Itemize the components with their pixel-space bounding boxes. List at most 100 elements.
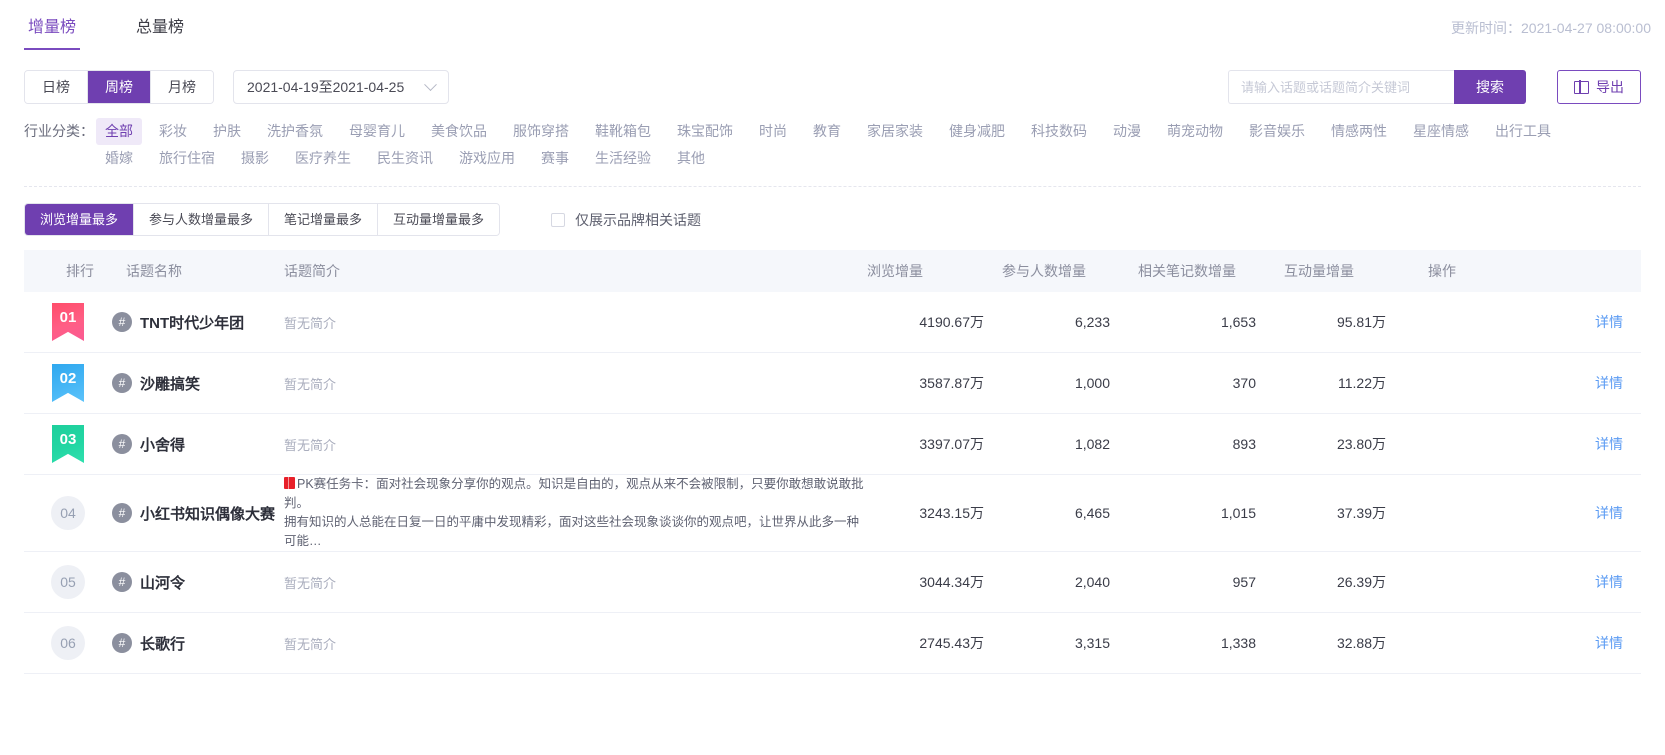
rank-ribbon-icon: 02 bbox=[52, 364, 84, 402]
hashtag-icon: # bbox=[112, 503, 132, 523]
detail-link[interactable]: 详情 bbox=[1595, 375, 1623, 391]
category-item[interactable]: 民生资讯 bbox=[368, 145, 442, 172]
category-item[interactable]: 家居家装 bbox=[858, 118, 932, 145]
cell-rank: 01 bbox=[24, 303, 112, 341]
category-item[interactable]: 星座情感 bbox=[1404, 118, 1478, 145]
export-button-label: 导出 bbox=[1596, 79, 1624, 95]
cell-views: 3044.34万 bbox=[919, 574, 984, 590]
table-row: 03 # 小舍得 暂无简介 3397.07万 1,082 893 23.80万 详情 bbox=[24, 414, 1641, 475]
cell-rank: 03 bbox=[24, 425, 112, 463]
sort-notes[interactable]: 笔记增量最多 bbox=[269, 204, 379, 235]
rank-circle: 04 bbox=[51, 496, 85, 530]
detail-link[interactable]: 详情 bbox=[1595, 436, 1623, 452]
cell-topic-description: 暂无简介 bbox=[284, 573, 866, 592]
detail-link[interactable]: 详情 bbox=[1595, 314, 1623, 330]
sort-views[interactable]: 浏览增量最多 bbox=[25, 204, 135, 235]
sort-segmented-control: 浏览增量最多 参与人数增量最多 笔记增量最多 互动量增量最多 bbox=[24, 203, 501, 236]
cell-views: 3243.15万 bbox=[919, 505, 984, 521]
category-item[interactable]: 健身减肥 bbox=[940, 118, 1014, 145]
topic-name[interactable]: 小红书知识偶像大赛 bbox=[140, 503, 275, 524]
period-day[interactable]: 日榜 bbox=[25, 71, 88, 103]
tab-list: 增量榜 总量榜 bbox=[24, 0, 240, 56]
topic-name[interactable]: 沙雕搞笑 bbox=[140, 373, 200, 394]
detail-link[interactable]: 详情 bbox=[1595, 505, 1623, 521]
export-icon bbox=[1574, 79, 1589, 95]
sort-participants[interactable]: 参与人数增量最多 bbox=[134, 204, 270, 235]
category-item[interactable]: 彩妆 bbox=[150, 118, 196, 145]
hashtag-icon: # bbox=[112, 633, 132, 653]
category-item[interactable]: 其他 bbox=[668, 145, 714, 172]
update-time: 更新时间：2021-04-27 08:00:00 bbox=[1451, 20, 1651, 36]
sort-row: 浏览增量最多 参与人数增量最多 笔记增量最多 互动量增量最多 仅展示品牌相关话题 bbox=[0, 187, 1665, 250]
export-button[interactable]: 导出 bbox=[1557, 70, 1641, 104]
ranking-table: 排行 话题名称 话题简介 浏览增量 参与人数增量 相关笔记数增量 互动量增量 操… bbox=[24, 250, 1641, 674]
cell-rank: 06 bbox=[24, 626, 112, 660]
category-item[interactable]: 科技数码 bbox=[1022, 118, 1096, 145]
topic-description-line1: PK赛任务卡：面对社会现象分享你的观点。知识是自由的，观点从来不会被限制，只要你… bbox=[284, 477, 864, 510]
topic-name[interactable]: 小舍得 bbox=[140, 434, 185, 455]
topic-description-line2: 拥有知识的人总能在日复一日的平庸中发现精彩，面对这些社会现象谈谈你的观点吧，让世… bbox=[284, 515, 860, 548]
detail-link[interactable]: 详情 bbox=[1595, 635, 1623, 651]
category-item[interactable]: 摄影 bbox=[232, 145, 278, 172]
industry-category-list: 全部 彩妆 护肤 洗护香氛 母婴育儿 美食饮品 服饰穿搭 鞋靴箱包 珠宝配饰 时尚 教育 家居家装 健身… bbox=[96, 118, 1576, 172]
rank-ribbon-icon: 03 bbox=[52, 425, 84, 463]
category-item[interactable]: 动漫 bbox=[1104, 118, 1150, 145]
table-row: 01 # TNT时代少年团 暂无简介 4190.67万 6,233 1,653 95.81万 详… bbox=[24, 292, 1641, 353]
cell-notes: 1,338 bbox=[1220, 635, 1256, 651]
category-item[interactable]: 游戏应用 bbox=[450, 145, 524, 172]
cell-topic-description: 暂无简介 bbox=[284, 313, 866, 332]
category-item[interactable]: 护肤 bbox=[204, 118, 250, 145]
filter-row: 日榜 周榜 月榜 2021-04-19至2021-04-25 搜索 导出 bbox=[0, 56, 1665, 114]
cell-topic-name: # 长歌行 bbox=[112, 633, 284, 654]
hashtag-icon: # bbox=[112, 373, 132, 393]
category-item[interactable]: 教育 bbox=[804, 118, 850, 145]
category-item[interactable]: 出行工具 bbox=[1486, 118, 1560, 145]
tab-incremental[interactable]: 增量榜 bbox=[24, 0, 81, 56]
checkbox-icon[interactable] bbox=[551, 212, 566, 227]
category-item[interactable]: 萌宠动物 bbox=[1158, 118, 1232, 145]
hashtag-icon: # bbox=[112, 312, 132, 332]
tab-total[interactable]: 总量榜 bbox=[132, 0, 188, 56]
topic-name[interactable]: 长歌行 bbox=[140, 633, 185, 654]
category-item[interactable]: 全部 bbox=[96, 118, 142, 145]
period-month[interactable]: 月榜 bbox=[151, 71, 213, 103]
category-item[interactable]: 珠宝配饰 bbox=[668, 118, 742, 145]
cell-participants: 2,040 bbox=[1074, 574, 1110, 590]
search-button[interactable]: 搜索 bbox=[1454, 70, 1526, 104]
sort-interactions[interactable]: 互动量增量最多 bbox=[378, 204, 500, 235]
category-item[interactable]: 洗护香氛 bbox=[258, 118, 332, 145]
cell-rank: 04 bbox=[24, 496, 112, 530]
cell-rank: 02 bbox=[24, 364, 112, 402]
search-input[interactable] bbox=[1228, 70, 1454, 104]
column-header-topic-desc: 话题简介 bbox=[284, 263, 340, 279]
category-item[interactable]: 赛事 bbox=[532, 145, 578, 172]
category-item[interactable]: 时尚 bbox=[750, 118, 796, 145]
cell-participants: 6,233 bbox=[1074, 314, 1110, 330]
category-item[interactable]: 影音娱乐 bbox=[1240, 118, 1314, 145]
cell-notes: 893 bbox=[1232, 436, 1256, 452]
period-week[interactable]: 周榜 bbox=[88, 71, 151, 103]
column-header-interactions: 互动量增量 bbox=[1284, 263, 1354, 279]
cell-rank: 05 bbox=[24, 565, 112, 599]
table-header-row: 排行 话题名称 话题简介 浏览增量 参与人数增量 相关笔记数增量 互动量增量 操… bbox=[24, 250, 1641, 292]
date-range-picker[interactable]: 2021-04-19至2021-04-25 bbox=[233, 70, 450, 104]
cell-topic-description: 暂无简介 bbox=[284, 435, 866, 454]
cell-participants: 1,000 bbox=[1074, 375, 1110, 391]
topic-name[interactable]: 山河令 bbox=[140, 572, 185, 593]
category-item[interactable]: 母婴育儿 bbox=[340, 118, 414, 145]
category-item[interactable]: 美食饮品 bbox=[422, 118, 496, 145]
category-item[interactable]: 鞋靴箱包 bbox=[586, 118, 660, 145]
cell-participants: 3,315 bbox=[1074, 635, 1110, 651]
topic-name[interactable]: TNT时代少年团 bbox=[140, 312, 244, 333]
category-item[interactable]: 生活经验 bbox=[586, 145, 660, 172]
cell-topic-description: 暂无简介 bbox=[284, 374, 866, 393]
detail-link[interactable]: 详情 bbox=[1595, 574, 1623, 590]
brand-only-checkbox[interactable]: 仅展示品牌相关话题 bbox=[551, 210, 701, 230]
rank-ribbon-icon: 01 bbox=[52, 303, 84, 341]
category-item[interactable]: 服饰穿搭 bbox=[504, 118, 578, 145]
category-item[interactable]: 旅行住宿 bbox=[150, 145, 224, 172]
category-item[interactable]: 婚嫁 bbox=[96, 145, 142, 172]
cell-views: 4190.67万 bbox=[919, 314, 984, 330]
category-item[interactable]: 情感两性 bbox=[1322, 118, 1396, 145]
category-item[interactable]: 医疗养生 bbox=[286, 145, 360, 172]
